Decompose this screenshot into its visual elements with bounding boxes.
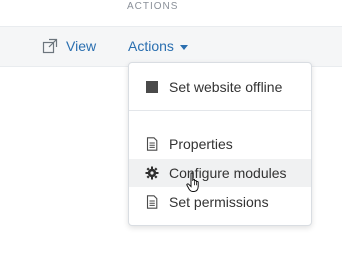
menu-item-set-website-offline[interactable]: Set website offline	[129, 73, 311, 101]
caret-down-icon	[179, 44, 188, 50]
view-label: View	[66, 38, 97, 54]
menu-item-label: Set permissions	[169, 194, 269, 210]
gear-icon	[145, 166, 159, 180]
view-link[interactable]: View	[42, 38, 96, 54]
menu-item-configure-modules[interactable]: Configure modules	[129, 159, 311, 187]
menu-divider	[129, 110, 311, 111]
page: ACTIONS View Actions Set website offline	[0, 0, 342, 267]
document-icon	[145, 137, 159, 151]
menu-item-label: Properties	[169, 136, 233, 152]
square-icon	[145, 80, 159, 94]
hand-cursor-icon	[186, 172, 204, 194]
menu-item-label: Set website offline	[169, 79, 283, 95]
external-link-icon	[42, 38, 58, 54]
document-icon	[145, 195, 159, 209]
actions-dropdown-menu: Set website offline Properties Configure…	[128, 62, 312, 226]
menu-item-set-permissions[interactable]: Set permissions	[129, 188, 311, 216]
actions-column-header: ACTIONS	[127, 1, 179, 12]
actions-label: Actions	[128, 38, 174, 54]
menu-item-properties[interactable]: Properties	[129, 130, 311, 158]
actions-dropdown-toggle[interactable]: Actions	[128, 38, 188, 54]
